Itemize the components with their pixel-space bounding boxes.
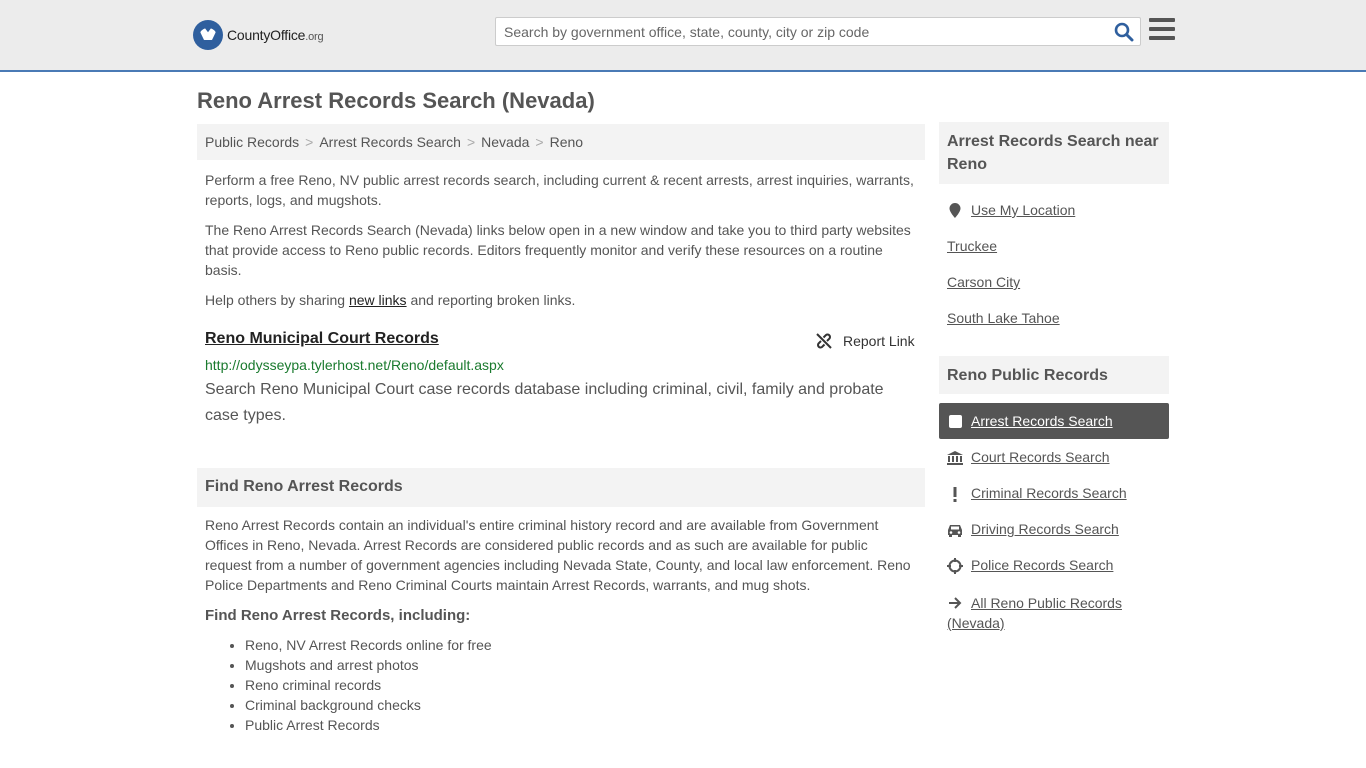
report-link-label: Report Link — [843, 333, 915, 349]
intro-paragraph-2: The Reno Arrest Records Search (Nevada) … — [205, 222, 911, 278]
search-box — [495, 17, 1141, 46]
sidebar-item-all-records[interactable]: All Reno Public Records (Nevada) — [947, 593, 1162, 633]
eagle-logo-icon — [193, 20, 223, 50]
broken-link-icon — [816, 333, 832, 349]
map-pin-icon — [947, 203, 963, 219]
chevron-right-icon: > — [305, 134, 314, 150]
sidebar-item-court-records[interactable]: Court Records Search — [947, 449, 1110, 466]
use-location-link[interactable]: Use My Location — [971, 202, 1075, 218]
sidebar-item-label[interactable]: Arrest Records Search — [971, 413, 1113, 429]
list-item: Mugshots and arrest photos — [245, 655, 492, 675]
nearby-item[interactable]: South Lake Tahoe — [947, 310, 1060, 326]
breadcrumb-arrest-records[interactable]: Arrest Records Search — [319, 134, 461, 150]
logo-text: CountyOffice.org — [227, 27, 324, 43]
list-item: Public Arrest Records — [245, 715, 492, 735]
breadcrumb-nevada[interactable]: Nevada — [481, 134, 529, 150]
sidebar-item-label[interactable]: Court Records Search — [971, 449, 1110, 465]
find-records-list: Reno, NV Arrest Records online for free … — [245, 635, 492, 735]
sidebar-item-criminal-records[interactable]: Criminal Records Search — [947, 485, 1127, 502]
site-logo[interactable]: CountyOffice.org — [193, 20, 324, 50]
sidebar-item-label[interactable]: Criminal Records Search — [971, 485, 1127, 501]
nearby-item[interactable]: Truckee — [947, 238, 997, 254]
list-item: Reno, NV Arrest Records online for free — [245, 635, 492, 655]
hamburger-menu-icon[interactable] — [1149, 18, 1175, 42]
nearby-truckee-link[interactable]: Truckee — [947, 238, 997, 254]
result-title-link[interactable]: Reno Municipal Court Records — [205, 330, 439, 348]
report-link-button[interactable]: Report Link — [815, 332, 915, 350]
find-section-text: Reno Arrest Records contain an individua… — [205, 517, 911, 593]
sidebar-item-label[interactable]: Police Records Search — [971, 557, 1113, 573]
sidebar-item-arrest-records[interactable]: Arrest Records Search — [939, 403, 1169, 439]
car-icon — [947, 522, 963, 538]
nearby-heading: Arrest Records Search near Reno — [939, 122, 1169, 184]
use-location-item[interactable]: Use My Location — [947, 202, 1075, 219]
exclamation-icon — [947, 486, 963, 502]
find-section-heading: Find Reno Arrest Records — [197, 468, 925, 507]
find-section-subheading: Find Reno Arrest Records, including: — [205, 607, 471, 624]
sidebar-item-police-records[interactable]: Police Records Search — [947, 557, 1113, 574]
breadcrumb-reno[interactable]: Reno — [550, 134, 583, 150]
page-title: Reno Arrest Records Search (Nevada) — [197, 88, 595, 113]
result-url: http://odysseypa.tylerhost.net/Reno/defa… — [205, 357, 504, 373]
arrow-right-icon — [947, 595, 963, 611]
result-description: Search Reno Municipal Court case records… — [205, 381, 884, 424]
sidebar-item-driving-records[interactable]: Driving Records Search — [947, 521, 1119, 538]
crosshair-icon — [947, 558, 963, 574]
chevron-right-icon: > — [535, 134, 544, 150]
breadcrumb: Public Records > Arrest Records Search > Nev… — [197, 124, 925, 160]
all-records-link[interactable]: All Reno Public Records (Nevada) — [947, 595, 1122, 631]
search-icon[interactable] — [1114, 22, 1134, 42]
breadcrumb-public-records[interactable]: Public Records — [205, 134, 299, 150]
sidebar-item-label[interactable]: Driving Records Search — [971, 521, 1119, 537]
list-item: Criminal background checks — [245, 695, 492, 715]
search-input[interactable] — [504, 22, 1104, 42]
intro-paragraph-3: Help others by sharing new links and rep… — [205, 292, 576, 308]
chevron-right-icon: > — [466, 134, 476, 150]
square-icon — [949, 414, 962, 428]
intro-paragraph-1: Perform a free Reno, NV public arrest re… — [205, 172, 914, 208]
nearby-item[interactable]: Carson City — [947, 274, 1020, 290]
new-links-link[interactable]: new links — [349, 292, 407, 308]
top-bar: CountyOffice.org — [0, 0, 1366, 72]
nearby-carson-city-link[interactable]: Carson City — [947, 274, 1020, 290]
records-heading: Reno Public Records — [939, 356, 1169, 394]
nearby-south-lake-tahoe-link[interactable]: South Lake Tahoe — [947, 310, 1060, 326]
list-item: Reno criminal records — [245, 675, 492, 695]
courthouse-icon — [947, 450, 963, 466]
